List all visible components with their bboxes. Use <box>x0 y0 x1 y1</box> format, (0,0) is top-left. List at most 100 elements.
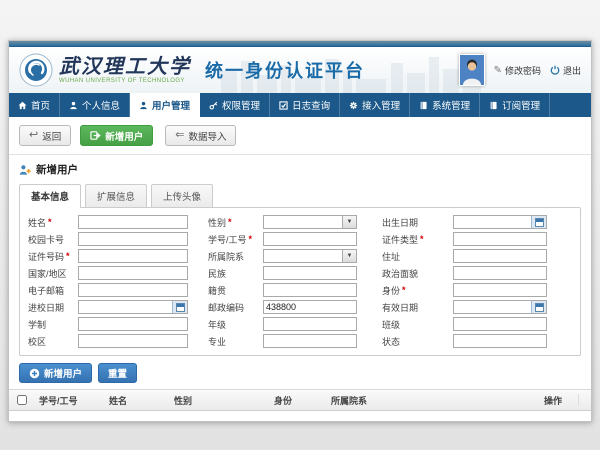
valid-date-input[interactable] <box>454 301 531 313</box>
university-name-zh: 武汉理工大学 <box>59 56 191 76</box>
identity-field[interactable] <box>453 283 547 297</box>
desktop-background: 武汉理工大学 WUHAN UNIVERSITY OF TECHNOLOGY 统一… <box>0 0 600 450</box>
nav-tab-label: 首页 <box>31 98 50 112</box>
id-type-field[interactable] <box>453 232 547 246</box>
entry-date-field[interactable] <box>78 300 188 314</box>
student-id-field[interactable] <box>263 232 357 246</box>
select-all-checkbox[interactable] <box>17 395 27 405</box>
student-id-label-text: 学号/工号 <box>208 233 247 246</box>
dropdown-arrow-icon[interactable]: ▼ <box>342 216 356 228</box>
postal-code-label: 邮政编码 <box>206 301 263 314</box>
nav-tab-profile[interactable]: 个人信息 <box>60 93 130 117</box>
address-label-text: 住址 <box>382 250 400 263</box>
back-button[interactable]: ↩ 返回 <box>19 125 71 146</box>
student-id-input[interactable] <box>264 233 356 245</box>
major-input[interactable] <box>264 335 356 347</box>
political-status-field[interactable] <box>453 266 547 280</box>
email-field[interactable] <box>78 283 188 297</box>
country-region-input[interactable] <box>79 267 187 279</box>
political-status-input[interactable] <box>454 267 546 279</box>
major-field[interactable] <box>263 334 357 348</box>
gender-input[interactable] <box>264 216 342 228</box>
birth-date-field[interactable] <box>453 215 547 229</box>
plus-circle-icon <box>29 368 40 379</box>
education-length-input[interactable] <box>79 318 187 330</box>
nav-tab-system[interactable]: 系统管理 <box>410 93 480 117</box>
power-icon <box>550 65 560 75</box>
calendar-icon[interactable] <box>531 216 546 228</box>
id-number-input[interactable] <box>79 250 187 262</box>
add-user-toolbar-button[interactable]: 新增用户 <box>80 125 153 146</box>
ethnicity-field[interactable] <box>263 266 357 280</box>
nav-tab-access[interactable]: 接入管理 <box>340 93 410 117</box>
campus-card-no-label: 校园卡号 <box>26 233 78 246</box>
valid-date-label-text: 有效日期 <box>382 301 418 314</box>
address-field[interactable] <box>453 249 547 263</box>
department-input[interactable] <box>264 250 342 262</box>
tab-upload-avatar[interactable]: 上传头像 <box>151 184 213 207</box>
identity-input[interactable] <box>454 284 546 296</box>
nav-tab-label: 个人信息 <box>82 98 120 112</box>
nav-tab-users[interactable]: 用户管理 <box>130 93 200 117</box>
add-user-icon <box>19 164 31 176</box>
grade-input[interactable] <box>264 318 356 330</box>
valid-date-field[interactable] <box>453 300 547 314</box>
status-field[interactable] <box>453 334 547 348</box>
nav-tab-logs[interactable]: 日志查询 <box>270 93 340 117</box>
ethnicity-input[interactable] <box>264 267 356 279</box>
department-label: 所属院系 <box>206 250 263 263</box>
postal-code-field[interactable] <box>263 300 357 314</box>
address-input[interactable] <box>454 250 546 262</box>
email-input[interactable] <box>79 284 187 296</box>
calendar-icon[interactable] <box>531 301 546 313</box>
campus-input[interactable] <box>79 335 187 347</box>
nav-tab-subscription[interactable]: 订阅管理 <box>480 93 550 117</box>
nav-tab-label: 用户管理 <box>152 98 190 112</box>
postal-code-label-text: 邮政编码 <box>208 301 244 314</box>
education-length-field[interactable] <box>78 317 188 331</box>
university-logo <box>19 53 53 87</box>
entry-date-input[interactable] <box>79 301 172 313</box>
logout-link[interactable]: 退出 <box>550 64 581 77</box>
campus-label-text: 校区 <box>28 335 46 348</box>
name-field[interactable] <box>78 215 188 229</box>
tab-extended-info[interactable]: 扩展信息 <box>85 184 147 207</box>
submit-add-user-button[interactable]: 新增用户 <box>19 363 92 383</box>
campus-field[interactable] <box>78 334 188 348</box>
native-place-field[interactable] <box>263 283 357 297</box>
calendar-icon[interactable] <box>172 301 187 313</box>
class-field[interactable] <box>453 317 547 331</box>
id-type-input[interactable] <box>454 233 546 245</box>
reset-button[interactable]: 重置 <box>98 363 137 383</box>
campus-card-no-field[interactable] <box>78 232 188 246</box>
class-input[interactable] <box>454 318 546 330</box>
column-header: 操作 <box>540 394 578 407</box>
birth-date-label: 出生日期 <box>380 216 453 229</box>
country-region-field[interactable] <box>78 266 188 280</box>
postal-code-input[interactable] <box>264 301 356 313</box>
status-input[interactable] <box>454 335 546 347</box>
tab-basic-info[interactable]: 基本信息 <box>19 184 81 208</box>
name-input[interactable] <box>79 216 187 228</box>
export-arrow-icon <box>90 130 101 141</box>
native-place-input[interactable] <box>264 284 356 296</box>
birth-date-input[interactable] <box>454 216 531 228</box>
department-field[interactable]: ▼ <box>263 249 357 263</box>
gender-field[interactable]: ▼ <box>263 215 357 229</box>
book-icon <box>419 101 428 110</box>
back-arrow-icon: ↩ <box>29 130 38 141</box>
grade-field[interactable] <box>263 317 357 331</box>
data-import-button[interactable]: ⇐ 数据导入 <box>165 125 236 146</box>
section-header: 新增用户 <box>9 155 591 182</box>
table-empty-body <box>9 411 591 421</box>
form-grid: 姓名*性别*▼出生日期校园卡号学号/工号*证件类型*证件号码*所属院系▼住址国家… <box>26 215 574 348</box>
email-label-text: 电子邮箱 <box>28 284 64 297</box>
change-password-link[interactable]: ✎ 修改密码 <box>494 64 541 77</box>
campus-card-no-input[interactable] <box>79 233 187 245</box>
nav-tab-permissions[interactable]: 权限管理 <box>200 93 270 117</box>
user-avatar[interactable] <box>459 54 485 86</box>
nav-tab-home[interactable]: 首页 <box>9 93 60 117</box>
grade-label-text: 年级 <box>208 318 226 331</box>
id-number-field[interactable] <box>78 249 188 263</box>
dropdown-arrow-icon[interactable]: ▼ <box>342 250 356 262</box>
